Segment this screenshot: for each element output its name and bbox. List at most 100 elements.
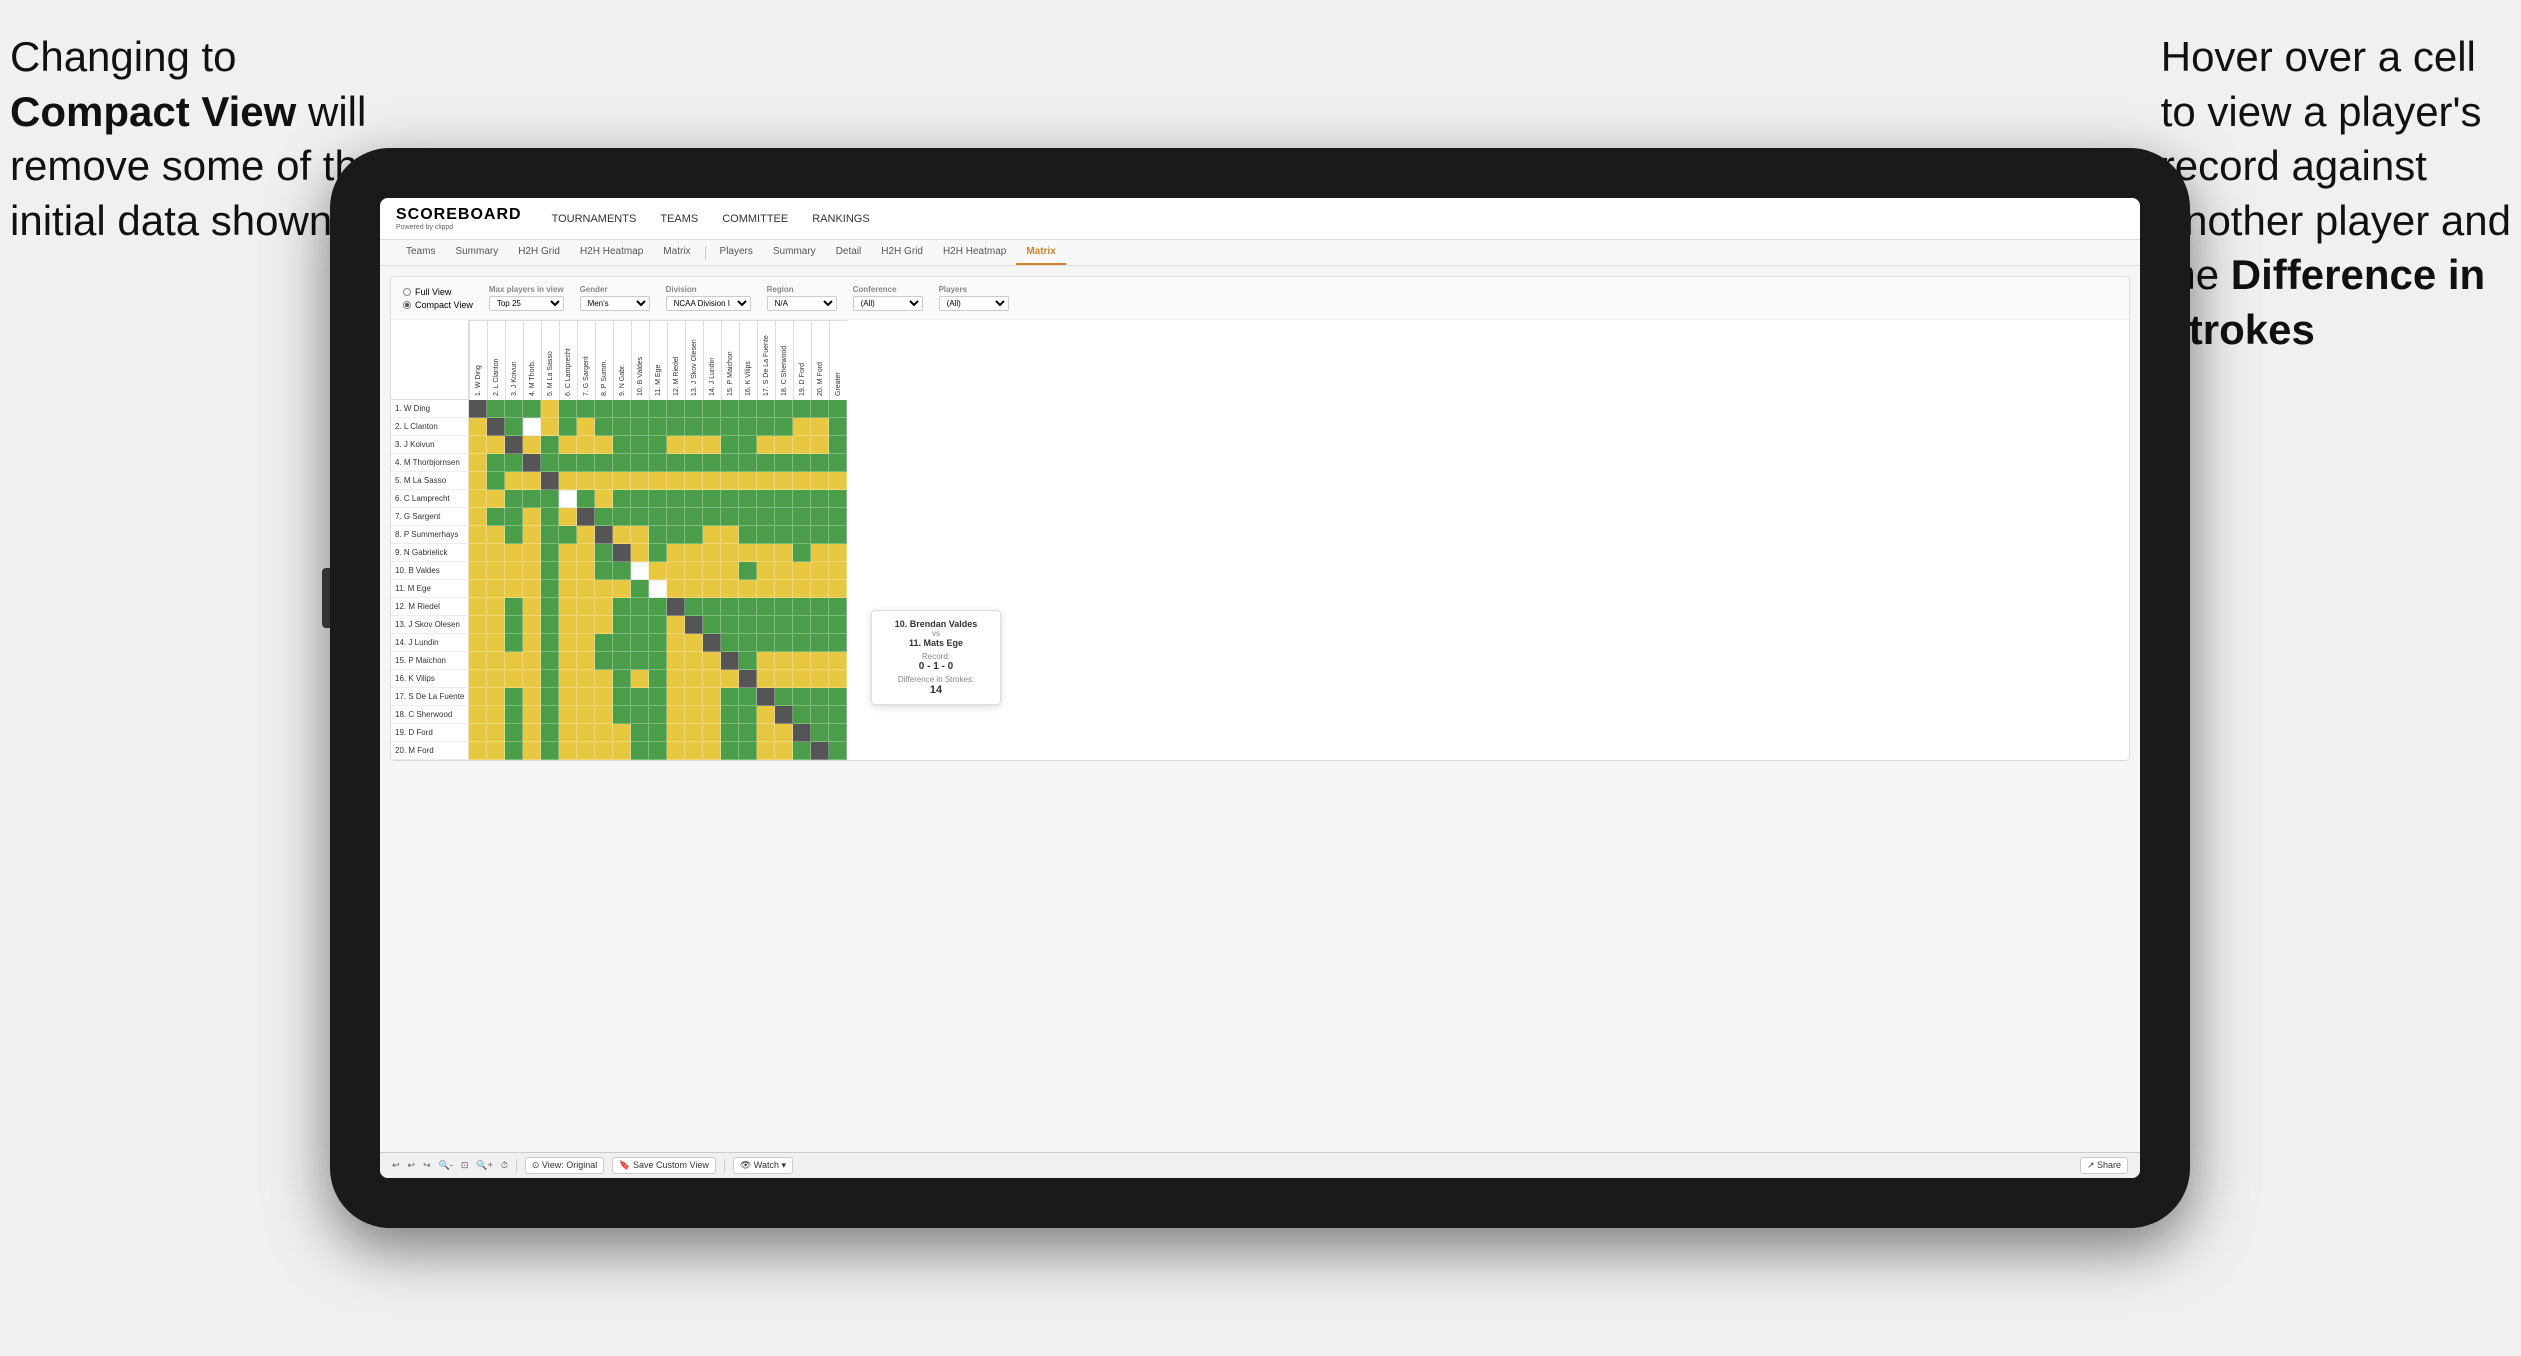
cell-r9-c13[interactable] [685, 544, 703, 562]
cell-r5-c20[interactable] [811, 472, 829, 490]
cell-r1-c7[interactable] [577, 400, 595, 418]
cell-r12-c1[interactable] [469, 598, 487, 616]
cell-r5-c10[interactable] [631, 472, 649, 490]
cell-r4-c2[interactable] [487, 454, 505, 472]
cell-r8-c16[interactable] [739, 526, 757, 544]
cell-r7-c19[interactable] [793, 508, 811, 526]
cell-r16-c11[interactable] [649, 670, 667, 688]
cell-r6-c1[interactable] [469, 490, 487, 508]
cell-r19-c17[interactable] [757, 724, 775, 742]
tab-h2h-heatmap[interactable]: H2H Heatmap [570, 240, 653, 265]
cell-r15-c5[interactable] [541, 652, 559, 670]
cell-r8-c15[interactable] [721, 526, 739, 544]
tab-detail[interactable]: Detail [826, 240, 872, 265]
cell-r8-c1[interactable] [469, 526, 487, 544]
cell-r16-c10[interactable] [631, 670, 649, 688]
cell-r7-c9[interactable] [613, 508, 631, 526]
cell-r3-c10[interactable] [631, 436, 649, 454]
cell-r13-c3[interactable] [505, 616, 523, 634]
cell-r20-c12[interactable] [667, 742, 685, 760]
cell-r16-c21[interactable] [829, 670, 847, 688]
cell-r9-c15[interactable] [721, 544, 739, 562]
cell-r10-c4[interactable] [523, 562, 541, 580]
cell-r4-c11[interactable] [649, 454, 667, 472]
cell-r16-c2[interactable] [487, 670, 505, 688]
cell-r17-c9[interactable] [613, 688, 631, 706]
cell-r8-c11[interactable] [649, 526, 667, 544]
cell-r2-c9[interactable] [613, 418, 631, 436]
cell-r15-c16[interactable] [739, 652, 757, 670]
cell-r5-c2[interactable] [487, 472, 505, 490]
cell-r6-c6[interactable] [559, 490, 577, 508]
cell-r5-c3[interactable] [505, 472, 523, 490]
cell-r20-c2[interactable] [487, 742, 505, 760]
cell-r12-c15[interactable] [721, 598, 739, 616]
cell-r16-c4[interactable] [523, 670, 541, 688]
cell-r9-c2[interactable] [487, 544, 505, 562]
filter-conference-select[interactable]: (All) [853, 296, 923, 311]
cell-r1-c5[interactable] [541, 400, 559, 418]
cell-r2-c21[interactable] [829, 418, 847, 436]
cell-r15-c20[interactable] [811, 652, 829, 670]
cell-r5-c12[interactable] [667, 472, 685, 490]
cell-r7-c10[interactable] [631, 508, 649, 526]
cell-r14-c4[interactable] [523, 634, 541, 652]
cell-r8-c9[interactable] [613, 526, 631, 544]
cell-r6-c9[interactable] [613, 490, 631, 508]
cell-r6-c13[interactable] [685, 490, 703, 508]
cell-r3-c12[interactable] [667, 436, 685, 454]
cell-r14-c13[interactable] [685, 634, 703, 652]
cell-r4-c21[interactable] [829, 454, 847, 472]
cell-r5-c21[interactable] [829, 472, 847, 490]
cell-r17-c2[interactable] [487, 688, 505, 706]
tab-summary2[interactable]: Summary [763, 240, 826, 265]
cell-r15-c18[interactable] [775, 652, 793, 670]
cell-r12-c19[interactable] [793, 598, 811, 616]
cell-r7-c3[interactable] [505, 508, 523, 526]
cell-r12-c18[interactable] [775, 598, 793, 616]
cell-r18-c12[interactable] [667, 706, 685, 724]
cell-r13-c20[interactable] [811, 616, 829, 634]
cell-r4-c1[interactable] [469, 454, 487, 472]
cell-r5-c7[interactable] [577, 472, 595, 490]
cell-r17-c13[interactable] [685, 688, 703, 706]
cell-r18-c3[interactable] [505, 706, 523, 724]
cell-r8-c3[interactable] [505, 526, 523, 544]
cell-r1-c21[interactable] [829, 400, 847, 418]
cell-r11-c21[interactable] [829, 580, 847, 598]
cell-r12-c12[interactable] [667, 598, 685, 616]
cell-r14-c20[interactable] [811, 634, 829, 652]
cell-r17-c6[interactable] [559, 688, 577, 706]
cell-r11-c14[interactable] [703, 580, 721, 598]
cell-r11-c9[interactable] [613, 580, 631, 598]
cell-r13-c11[interactable] [649, 616, 667, 634]
cell-r8-c19[interactable] [793, 526, 811, 544]
cell-r14-c6[interactable] [559, 634, 577, 652]
cell-r17-c11[interactable] [649, 688, 667, 706]
cell-r2-c4[interactable] [523, 418, 541, 436]
cell-r15-c10[interactable] [631, 652, 649, 670]
cell-r14-c5[interactable] [541, 634, 559, 652]
tab-h2h-grid2[interactable]: H2H Grid [871, 240, 933, 265]
cell-r18-c7[interactable] [577, 706, 595, 724]
cell-r6-c4[interactable] [523, 490, 541, 508]
cell-r4-c9[interactable] [613, 454, 631, 472]
cell-r15-c8[interactable] [595, 652, 613, 670]
cell-r12-c6[interactable] [559, 598, 577, 616]
toolbar-undo[interactable]: ↩ [392, 1160, 400, 1171]
cell-r15-c17[interactable] [757, 652, 775, 670]
cell-r19-c9[interactable] [613, 724, 631, 742]
cell-r12-c8[interactable] [595, 598, 613, 616]
cell-r6-c2[interactable] [487, 490, 505, 508]
cell-r18-c20[interactable] [811, 706, 829, 724]
cell-r12-c7[interactable] [577, 598, 595, 616]
cell-r10-c6[interactable] [559, 562, 577, 580]
cell-r15-c14[interactable] [703, 652, 721, 670]
cell-r11-c12[interactable] [667, 580, 685, 598]
tab-teams[interactable]: Teams [396, 240, 445, 265]
cell-r1-c2[interactable] [487, 400, 505, 418]
cell-r5-c4[interactable] [523, 472, 541, 490]
cell-r11-c11[interactable] [649, 580, 667, 598]
cell-r2-c13[interactable] [685, 418, 703, 436]
matrix-container[interactable]: 1. W Ding 2. L Clanton 3. J Koivun 4. M … [391, 320, 2129, 760]
